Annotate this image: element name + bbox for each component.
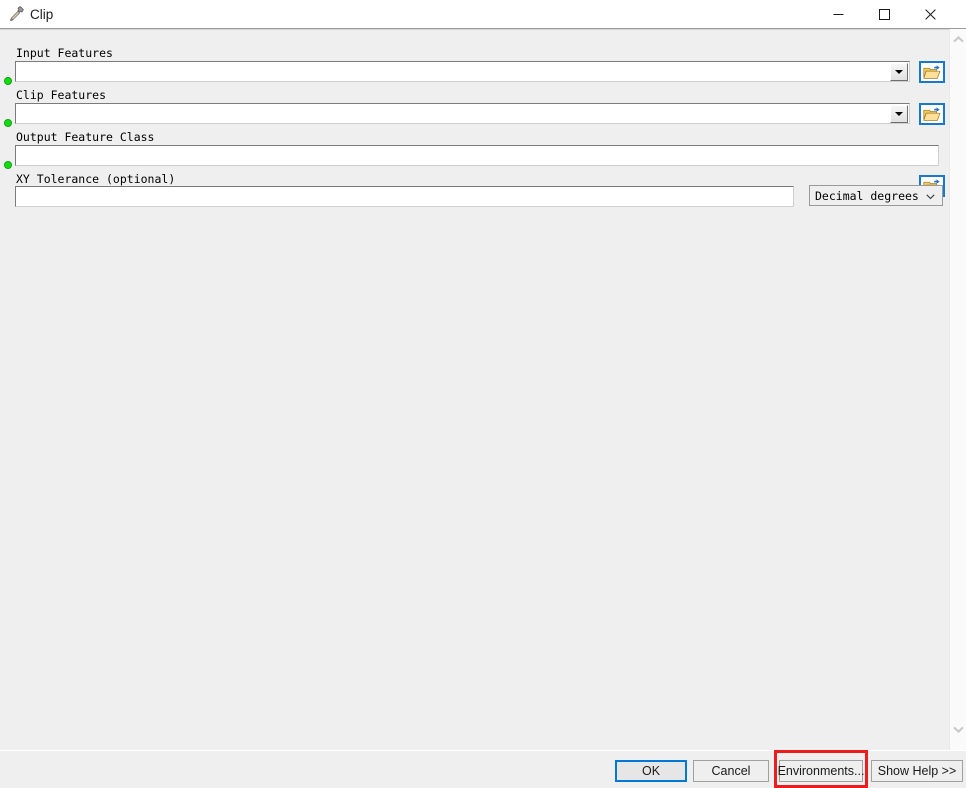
chevron-down-icon — [895, 70, 903, 74]
hammer-tool-icon — [8, 5, 26, 23]
browse-input-features-button[interactable] — [919, 61, 945, 83]
cancel-button[interactable]: Cancel — [693, 760, 769, 782]
parameters-panel: Input Features Clip Features Output Feat… — [0, 29, 966, 750]
vertical-scrollbar[interactable] — [949, 29, 966, 750]
clip-features-dropdown-arrow[interactable] — [890, 105, 908, 123]
open-folder-add-icon — [923, 106, 941, 121]
title-bar: Clip — [0, 0, 966, 29]
close-button[interactable] — [907, 0, 953, 28]
input-features-combobox[interactable] — [15, 61, 910, 82]
label-input-features: Input Features — [16, 46, 113, 60]
browse-clip-features-button[interactable] — [919, 103, 945, 125]
window-title: Clip — [30, 7, 54, 22]
open-folder-add-icon — [923, 64, 941, 79]
input-features-dropdown-arrow[interactable] — [890, 63, 908, 81]
output-feature-class-input[interactable] — [15, 145, 939, 166]
chevron-down-icon — [926, 187, 935, 205]
label-output-feature-class: Output Feature Class — [16, 130, 155, 144]
chevron-down-icon — [953, 726, 964, 733]
environments-button[interactable]: Environments... — [778, 760, 864, 782]
close-icon — [924, 8, 936, 20]
label-xy-tolerance: XY Tolerance (optional) — [16, 172, 176, 186]
chevron-down-icon — [895, 112, 903, 116]
show-help-button[interactable]: Show Help >> — [871, 760, 963, 782]
required-indicator-input-features — [4, 77, 12, 85]
required-indicator-clip-features — [4, 119, 12, 127]
xy-tolerance-input[interactable] — [15, 186, 794, 207]
minimize-button[interactable] — [815, 0, 861, 28]
scroll-up-button[interactable] — [950, 31, 966, 48]
xy-tolerance-units-select[interactable]: Decimal degrees — [809, 185, 943, 206]
minimize-icon — [833, 13, 843, 15]
label-clip-features: Clip Features — [16, 88, 107, 102]
scroll-down-button[interactable] — [950, 721, 966, 738]
maximize-button[interactable] — [861, 0, 907, 28]
ok-button[interactable]: OK — [615, 760, 687, 782]
xy-tolerance-units-value: Decimal degrees — [815, 188, 919, 203]
maximize-icon — [878, 8, 890, 20]
chevron-up-icon — [953, 36, 964, 43]
clip-features-combobox[interactable] — [15, 103, 910, 124]
required-indicator-output-feature-class — [4, 161, 12, 169]
